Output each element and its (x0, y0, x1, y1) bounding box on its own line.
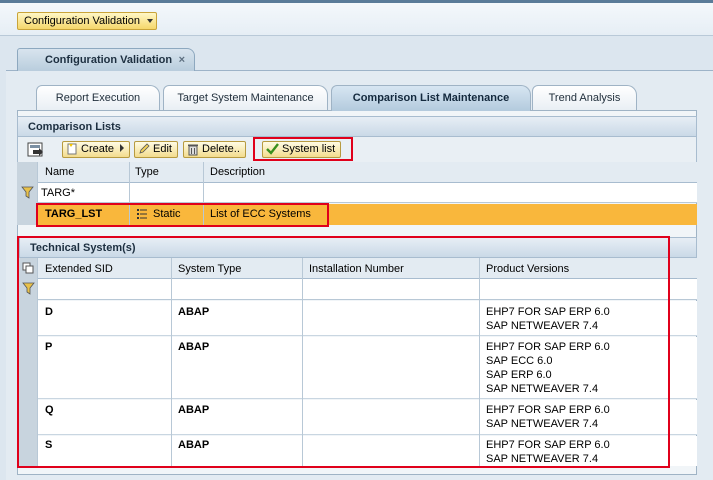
comparison-lists-header: Comparison Lists (17, 116, 697, 137)
col-type-header[interactable]: Type (135, 166, 159, 178)
delete-button[interactable]: Delete.. (183, 141, 246, 158)
main-tab-label: Configuration Validation (45, 54, 173, 66)
tab-target-system-maintenance[interactable]: Target System Maintenance (163, 85, 328, 110)
tab-label: Comparison List Maintenance (352, 92, 510, 104)
tab-comparison-list-maintenance[interactable]: Comparison List Maintenance (331, 85, 531, 111)
tab-trend-analysis[interactable]: Trend Analysis (532, 85, 637, 110)
section-title: Comparison Lists (28, 121, 121, 133)
comparison-table-header (17, 162, 697, 183)
create-icon (67, 143, 77, 155)
col-name-header[interactable]: Name (45, 166, 74, 178)
tab-label: Trend Analysis (548, 92, 621, 104)
filter-row (38, 183, 697, 203)
trash-icon (188, 144, 198, 156)
annotation-selected-list (36, 203, 329, 227)
chevron-down-icon (146, 19, 153, 23)
sub-tab-strip: Report Execution Target System Maintenan… (17, 85, 697, 111)
close-icon[interactable]: × (179, 49, 185, 71)
app-menu-button[interactable]: Configuration Validation (17, 12, 157, 30)
app-menu-label: Configuration Validation (24, 15, 140, 27)
pencil-icon (139, 143, 150, 154)
col-description-header[interactable]: Description (210, 166, 265, 178)
edit-button[interactable]: Edit (134, 141, 178, 158)
export-icon[interactable] (27, 141, 45, 158)
name-filter-input[interactable]: TARG* (41, 187, 75, 199)
tab-report-execution[interactable]: Report Execution (36, 85, 160, 110)
annotation-system-list (253, 137, 353, 161)
delete-label: Delete.. (202, 143, 240, 155)
tab-configuration-validation[interactable]: Configuration Validation × (17, 48, 196, 71)
filter-icon[interactable] (21, 186, 34, 202)
edit-label: Edit (153, 143, 172, 155)
chevron-right-icon (120, 144, 125, 152)
annotation-technical-systems (17, 236, 670, 468)
create-button[interactable]: Create (62, 141, 131, 158)
tab-label: Report Execution (55, 92, 141, 104)
create-label: Create (81, 143, 115, 155)
tab-label: Target System Maintenance (177, 92, 314, 104)
